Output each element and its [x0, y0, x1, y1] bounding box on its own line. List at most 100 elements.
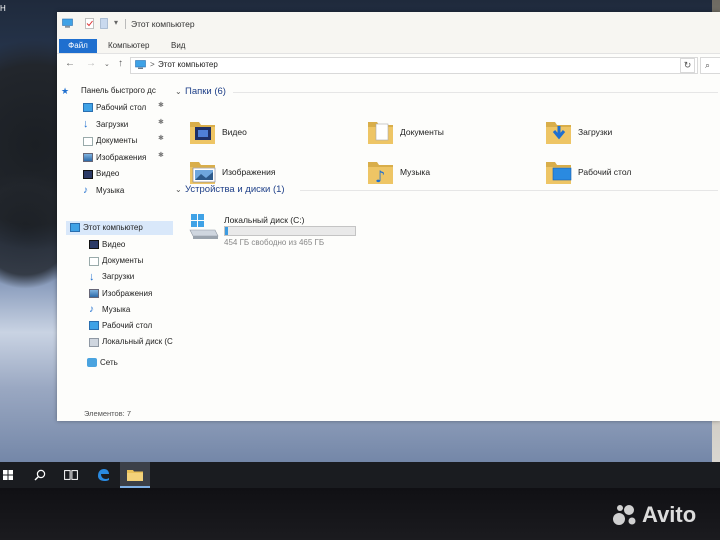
- nav-label: Документы: [96, 136, 138, 146]
- downloads-icon: ↓: [89, 270, 95, 283]
- avito-watermark: Avito: [612, 500, 712, 528]
- nav-pc-item[interactable]: Изображения: [89, 287, 152, 301]
- nav-label: Рабочий стол: [102, 321, 153, 330]
- drive-usage-bar: [224, 226, 356, 236]
- devices-group-header[interactable]: Устройства и диски (1): [185, 184, 285, 195]
- search-button[interactable]: [25, 462, 55, 488]
- up-arrow-icon[interactable]: ↑: [118, 58, 123, 69]
- nav-quick-item[interactable]: Документы: [83, 134, 137, 148]
- music-icon: ♪: [83, 185, 88, 197]
- folder-tile[interactable]: Видео: [189, 116, 359, 150]
- pictures-icon: [83, 153, 93, 163]
- desktop-icon: [83, 103, 93, 113]
- nav-this-pc[interactable]: Этот компьютер: [66, 221, 173, 235]
- music-folder-icon: ♪: [368, 162, 393, 186]
- status-bar: Элементов: 7: [57, 408, 720, 421]
- computer-icon: [70, 223, 80, 233]
- desktop-folder-icon: [546, 162, 572, 184]
- network-icon: [87, 358, 97, 368]
- tab-computer[interactable]: Компьютер: [108, 39, 149, 53]
- folder-tile[interactable]: Загрузки: [545, 116, 715, 150]
- videos-icon: [89, 240, 99, 250]
- edge-browser-icon: [98, 469, 109, 481]
- nav-pc-item[interactable]: ↓ Загрузки: [89, 270, 134, 284]
- nav-pc-item[interactable]: Видео: [89, 238, 125, 252]
- pin-icon[interactable]: ✱: [158, 134, 164, 142]
- chevron-down-icon[interactable]: ▾: [114, 18, 118, 27]
- pin-icon[interactable]: ✱: [158, 151, 164, 159]
- task-view-button[interactable]: [56, 462, 86, 488]
- videos-icon: [83, 169, 93, 179]
- search-icon: ⌕: [705, 60, 711, 70]
- nav-label: Загрузки: [102, 272, 135, 282]
- nav-label: Музыка: [96, 186, 125, 195]
- tab-file[interactable]: Файл: [59, 39, 97, 53]
- drive-icon: [89, 337, 99, 347]
- collapse-chevron-icon[interactable]: ⌄: [175, 87, 182, 96]
- folder-tile[interactable]: Документы: [367, 116, 537, 150]
- downloads-folder-icon: [546, 122, 571, 144]
- pin-icon[interactable]: ✱: [158, 118, 164, 126]
- computer-icon: [135, 60, 146, 69]
- pictures-folder-icon: [190, 162, 216, 184]
- nav-label: Рабочий стол: [96, 103, 147, 112]
- watermark-text: Avito: [642, 502, 697, 527]
- nav-quick-item[interactable]: ↓ Загрузки: [83, 118, 128, 132]
- nav-label: Панель быстрого дс: [81, 86, 156, 95]
- back-arrow-icon[interactable]: ←: [65, 58, 75, 69]
- folder-icon: [127, 470, 143, 481]
- edge-button[interactable]: [88, 462, 118, 488]
- nav-label: Документы: [102, 256, 144, 266]
- folder-label: Документы: [400, 127, 444, 137]
- nav-pc-item[interactable]: ♪ Музыка: [89, 303, 130, 317]
- refresh-icon[interactable]: ↻: [680, 58, 695, 73]
- nav-quick-item[interactable]: Изображения: [83, 151, 146, 165]
- downloads-icon: ↓: [83, 117, 89, 130]
- nav-network[interactable]: Сеть: [87, 356, 118, 370]
- group-divider: [233, 92, 718, 93]
- nav-quick-access[interactable]: ★ Панель быстрого дс: [61, 84, 156, 98]
- nav-label: Сеть: [100, 358, 118, 367]
- nav-pc-item[interactable]: Рабочий стол: [89, 319, 152, 333]
- group-divider: [300, 190, 718, 191]
- drive-name: Локальный диск (C:): [224, 215, 305, 225]
- address-path[interactable]: Этот компьютер: [158, 60, 218, 69]
- computer-icon: [62, 18, 73, 28]
- ribbon-tabs: Файл Компьютер Вид: [57, 36, 720, 54]
- drive-tile-c[interactable]: Локальный диск (C:) 454 ГБ свободно из 4…: [189, 210, 389, 250]
- avito-logo-icon: [613, 505, 636, 525]
- star-icon: ★: [61, 86, 70, 96]
- taskbar: [0, 462, 720, 488]
- music-icon: ♪: [89, 304, 94, 316]
- properties-icon[interactable]: [84, 18, 95, 29]
- nav-label: Изображения: [102, 288, 153, 298]
- collapse-chevron-icon[interactable]: ⌄: [175, 185, 182, 194]
- nav-pc-item[interactable]: Документы: [89, 254, 143, 268]
- address-separator[interactable]: >: [150, 60, 155, 69]
- nav-label: Видео: [96, 169, 120, 179]
- title-separator: [125, 19, 126, 29]
- recent-chevron-icon[interactable]: ⌄: [104, 60, 110, 68]
- item-count: Элементов: 7: [84, 409, 132, 418]
- nav-pc-item[interactable]: Локальный диск (С: [89, 335, 173, 349]
- nav-label: Локальный диск (С: [102, 337, 173, 347]
- folder-tile[interactable]: ♪ Музыка: [367, 156, 537, 190]
- address-bar[interactable]: > Этот компьютер ⌄: [130, 57, 698, 74]
- search-input[interactable]: ⌕: [700, 57, 720, 74]
- folder-tile[interactable]: Рабочий стол: [545, 156, 715, 190]
- pictures-icon: [89, 288, 99, 298]
- videos-folder-icon: [190, 122, 215, 144]
- nav-quick-item[interactable]: Рабочий стол: [83, 101, 146, 115]
- folders-group-header[interactable]: Папки (6): [185, 86, 226, 97]
- tab-view[interactable]: Вид: [171, 39, 185, 53]
- nav-label: Музыка: [102, 304, 131, 314]
- forward-arrow-icon[interactable]: →: [86, 58, 96, 69]
- navigation-pane: ★ Панель быстрого дс Рабочий стол ✱ ↓ Загру…: [57, 78, 175, 408]
- new-folder-icon[interactable]: [99, 18, 110, 29]
- nav-quick-item[interactable]: Видео: [83, 167, 119, 181]
- file-explorer-taskbar-button[interactable]: [120, 462, 150, 488]
- desktop-icon: [89, 321, 99, 331]
- documents-folder-icon: [368, 122, 393, 144]
- pin-icon[interactable]: ✱: [158, 101, 164, 109]
- nav-quick-item[interactable]: ♪ Музыка: [83, 184, 124, 198]
